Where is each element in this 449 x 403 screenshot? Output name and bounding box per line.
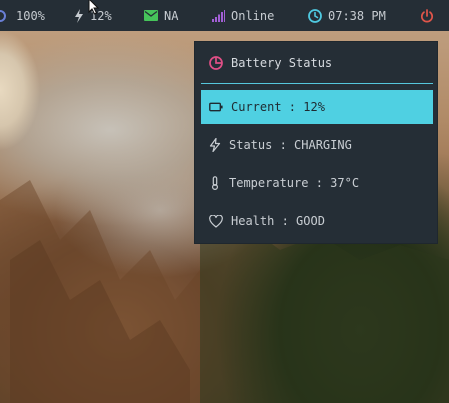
battery-current-row[interactable]: Current : 12% [201, 90, 433, 124]
pie-chart-icon [209, 56, 223, 70]
battery-temperature-row[interactable]: Temperature : 37°C [201, 166, 433, 200]
network-indicator[interactable]: Online [212, 0, 274, 31]
battery-icon [209, 102, 223, 112]
power-icon [420, 8, 434, 22]
heart-icon [209, 214, 223, 228]
battery-temperature-label: Temperature : 37°C [229, 176, 360, 190]
lightning-icon [209, 138, 221, 152]
battery-status-row[interactable]: Status : CHARGING [201, 128, 433, 162]
lightning-icon [75, 8, 83, 23]
top-bar: 100% 12% NA Online 07:38 PM [0, 0, 449, 31]
thermometer-icon [212, 176, 218, 190]
mail-value: NA [164, 8, 179, 23]
clock-icon [308, 8, 322, 23]
popup-divider [201, 83, 433, 84]
clock-value: 07:38 PM [328, 8, 386, 23]
sun-icon [0, 9, 6, 22]
popup-header: Battery Status [195, 42, 439, 84]
battery-health-label: Health : GOOD [231, 214, 325, 228]
mouse-cursor-icon [88, 0, 100, 15]
clock-indicator[interactable]: 07:38 PM [308, 0, 386, 31]
battery-health-row[interactable]: Health : GOOD [201, 204, 433, 238]
mail-icon [144, 10, 158, 21]
signal-icon [212, 9, 225, 22]
battery-status-label: Status : CHARGING [229, 138, 352, 152]
brightness-indicator[interactable]: 100% [0, 0, 45, 31]
popup-title: Battery Status [231, 56, 333, 70]
battery-current-label: Current : 12% [231, 100, 325, 114]
battery-status-popup: Battery Status Current : 12% Status : CH… [194, 41, 438, 244]
network-value: Online [231, 8, 275, 23]
mail-indicator[interactable]: NA [144, 0, 178, 31]
power-button[interactable] [420, 0, 434, 31]
brightness-value: 100% [16, 8, 45, 23]
